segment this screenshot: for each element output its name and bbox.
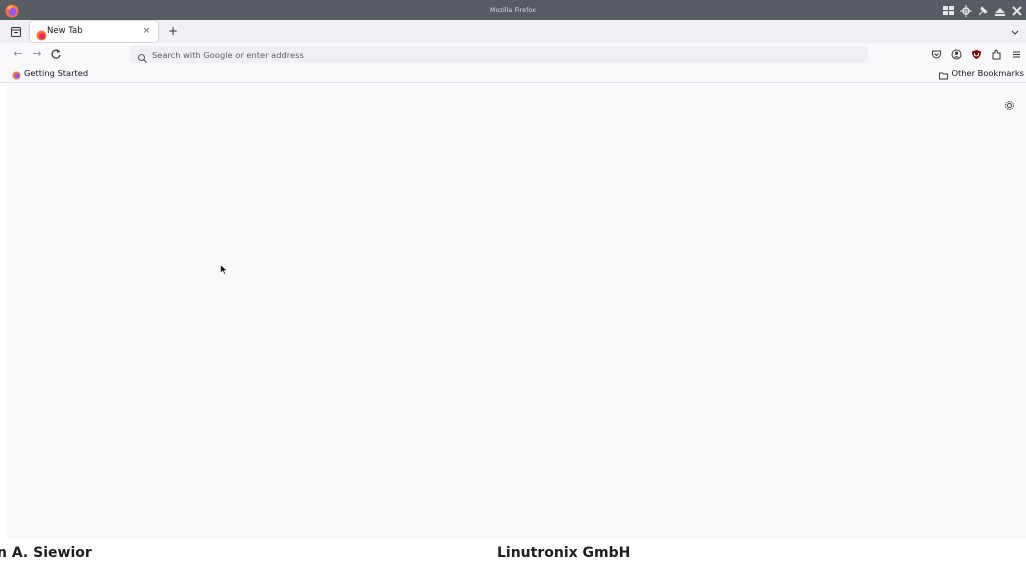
firefox-icon — [12, 69, 21, 80]
tab-label: New Tab — [47, 26, 83, 36]
back-button[interactable]: ← — [10, 46, 26, 62]
search-icon — [137, 49, 148, 63]
forward-button[interactable]: → — [29, 46, 45, 62]
bookmark-getting-started[interactable]: Getting Started — [12, 65, 88, 82]
url-bar[interactable] — [130, 46, 868, 63]
account-icon[interactable] — [948, 46, 964, 62]
close-window-icon[interactable] — [1010, 3, 1024, 17]
mouse-cursor-icon — [220, 260, 228, 275]
other-bookmarks-label: Other Bookmarks — [951, 68, 1024, 78]
extensions-icon[interactable] — [988, 46, 1004, 62]
footer-author: n A. Siewior — [0, 545, 92, 561]
pocket-icon[interactable] — [928, 46, 944, 62]
reload-button[interactable] — [48, 46, 64, 62]
minimize-icon[interactable] — [993, 3, 1007, 17]
all-desktops-icon[interactable] — [959, 3, 973, 17]
tile-windows-icon[interactable] — [942, 3, 956, 17]
other-bookmarks-button[interactable]: Other Bookmarks — [939, 65, 1024, 82]
tab-bar: New Tab × + — [0, 20, 1026, 43]
bookmark-label: Getting Started — [24, 68, 89, 78]
new-tab-page — [7, 83, 1026, 539]
menu-icon[interactable] — [1008, 46, 1024, 62]
pin-icon[interactable] — [976, 3, 990, 17]
window-title: Mozilla Firefox — [490, 6, 536, 14]
footer-company: Linutronix GmbH — [497, 545, 631, 561]
toolbar-icons — [928, 46, 1024, 62]
firefox-favicon-icon — [36, 26, 47, 41]
ublock-icon[interactable] — [968, 46, 984, 62]
tab-list-icon[interactable] — [8, 24, 24, 40]
navigation-toolbar: ← → — [0, 43, 1026, 65]
tab-new-tab[interactable]: New Tab × — [30, 21, 158, 42]
chevron-down-icon[interactable] — [1008, 24, 1022, 38]
window-titlebar: Mozilla Firefox — [0, 0, 1026, 20]
tab-close-icon[interactable]: × — [140, 25, 153, 38]
window-controls — [942, 2, 1024, 18]
gear-icon[interactable] — [1004, 96, 1015, 110]
bookmarks-toolbar: Getting Started Other Bookmarks — [0, 65, 1026, 83]
address-input[interactable] — [152, 46, 852, 63]
folder-icon — [939, 69, 949, 80]
new-tab-button[interactable]: + — [165, 23, 181, 39]
slide-footer: n A. Siewior Linutronix GmbH — [0, 539, 1026, 567]
